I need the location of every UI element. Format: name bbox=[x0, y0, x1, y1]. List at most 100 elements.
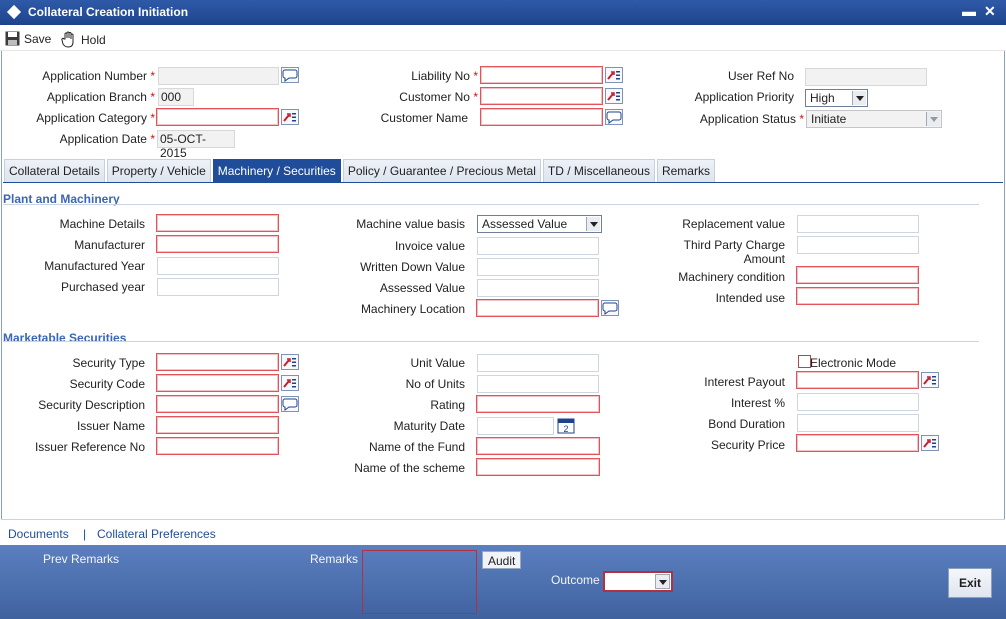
issuer-name-label: Issuer Name bbox=[76, 419, 145, 433]
bottom-bar: Prev Remarks Remarks Audit Outcome Exit bbox=[0, 545, 1006, 619]
maturity-date-field[interactable] bbox=[477, 417, 554, 435]
remarks-label: Remarks bbox=[310, 552, 359, 566]
interest-payout-field[interactable] bbox=[796, 371, 919, 389]
tab-policy-guarantee[interactable]: Policy / Guarantee / Precious Metal bbox=[342, 159, 541, 182]
application-category-field[interactable] bbox=[156, 108, 279, 126]
rating-field[interactable] bbox=[476, 395, 600, 413]
liability-no-label: Liability No * bbox=[411, 69, 478, 83]
application-priority-value: High bbox=[810, 91, 835, 105]
speech-bubble-icon[interactable] bbox=[281, 67, 299, 83]
tab-td-miscellaneous[interactable]: TD / Miscellaneous bbox=[542, 159, 655, 182]
application-branch-label: Application Branch * bbox=[46, 90, 155, 104]
third-party-charge-field[interactable] bbox=[797, 236, 919, 254]
hold-button[interactable]: Hold bbox=[61, 31, 106, 48]
issuer-reference-no-field[interactable] bbox=[156, 437, 279, 455]
written-down-value-field[interactable] bbox=[477, 258, 599, 276]
collateral-preferences-link[interactable]: Collateral Preferences bbox=[97, 527, 216, 541]
outcome-select[interactable] bbox=[603, 571, 673, 592]
user-ref-no-field[interactable] bbox=[805, 68, 927, 86]
liability-no-field[interactable] bbox=[480, 66, 603, 84]
machine-details-label: Machine Details bbox=[59, 217, 145, 231]
calendar-icon[interactable]: 2 bbox=[557, 417, 575, 434]
speech-bubble-icon[interactable] bbox=[281, 396, 299, 412]
bond-duration-field[interactable] bbox=[797, 414, 919, 432]
customer-name-field[interactable] bbox=[480, 108, 603, 126]
interest-pct-field[interactable] bbox=[797, 393, 919, 411]
name-of-scheme-field[interactable] bbox=[476, 458, 600, 476]
section-divider bbox=[3, 341, 979, 342]
documents-link[interactable]: Documents bbox=[8, 527, 69, 541]
machinery-location-field[interactable] bbox=[476, 299, 599, 317]
security-description-label: Security Description bbox=[38, 398, 145, 412]
machinery-condition-field[interactable] bbox=[796, 266, 919, 284]
machine-value-basis-select[interactable]: Assessed Value bbox=[477, 215, 602, 233]
issuer-name-field[interactable] bbox=[156, 416, 279, 434]
tab-bar: Collateral Details Property / Vehicle Ma… bbox=[4, 159, 717, 182]
save-label: Save bbox=[24, 31, 52, 46]
application-number-field[interactable] bbox=[158, 67, 279, 85]
purchased-year-field[interactable] bbox=[157, 278, 279, 296]
invoice-value-field[interactable] bbox=[477, 237, 599, 255]
chevron-down-icon bbox=[655, 574, 670, 589]
close-icon[interactable]: ✕ bbox=[984, 3, 996, 20]
issuer-reference-no-label: Issuer Reference No bbox=[34, 440, 145, 454]
assessed-value-field[interactable] bbox=[477, 279, 599, 297]
security-code-field[interactable] bbox=[156, 374, 279, 392]
customer-no-field[interactable] bbox=[480, 87, 603, 105]
application-status-label: Application Status * bbox=[699, 112, 804, 126]
name-of-scheme-label: Name of the scheme bbox=[354, 461, 465, 475]
machinery-condition-label: Machinery condition bbox=[678, 270, 785, 284]
intended-use-field[interactable] bbox=[796, 287, 919, 305]
replacement-value-field[interactable] bbox=[797, 215, 919, 233]
application-status-select[interactable]: Initiate bbox=[806, 110, 942, 128]
audit-button[interactable]: Audit bbox=[482, 551, 522, 569]
outcome-label: Outcome bbox=[551, 573, 600, 587]
security-price-label: Security Price bbox=[710, 438, 785, 452]
app-diamond-icon bbox=[6, 4, 22, 20]
window-titlebar: Collateral Creation Initiation ▬ ✕ bbox=[0, 0, 1006, 25]
svg-text:2: 2 bbox=[563, 424, 568, 434]
name-of-fund-field[interactable] bbox=[476, 437, 600, 455]
lov-list-icon[interactable] bbox=[281, 354, 299, 370]
toolbar: Save Hold bbox=[0, 25, 1006, 51]
no-of-units-field[interactable] bbox=[477, 375, 599, 393]
minimize-icon[interactable]: ▬ bbox=[962, 3, 976, 19]
interest-payout-label: Interest Payout bbox=[704, 375, 785, 389]
lov-list-icon[interactable] bbox=[605, 88, 623, 104]
manufactured-year-field[interactable] bbox=[157, 257, 279, 275]
lov-list-icon[interactable] bbox=[921, 372, 939, 388]
lov-list-icon[interactable] bbox=[281, 109, 299, 125]
machine-details-field[interactable] bbox=[156, 214, 279, 232]
lov-list-icon[interactable] bbox=[921, 435, 939, 451]
speech-bubble-icon[interactable] bbox=[601, 300, 619, 316]
replacement-value-label: Replacement value bbox=[682, 217, 785, 231]
chevron-down-icon bbox=[586, 217, 600, 231]
exit-button[interactable]: Exit bbox=[948, 568, 992, 598]
remarks-textarea[interactable] bbox=[362, 550, 477, 614]
window-title: Collateral Creation Initiation bbox=[28, 5, 189, 19]
speech-bubble-icon[interactable] bbox=[605, 109, 623, 125]
manufacturer-label: Manufacturer bbox=[74, 238, 145, 252]
security-type-field[interactable] bbox=[156, 353, 279, 371]
bond-duration-label: Bond Duration bbox=[708, 417, 785, 431]
tab-machinery-securities[interactable]: Machinery / Securities bbox=[212, 159, 341, 182]
user-ref-no-label: User Ref No bbox=[727, 69, 794, 83]
application-category-label: Application Category * bbox=[36, 111, 155, 125]
application-number-label: Application Number * bbox=[42, 69, 155, 83]
written-down-value-label: Written Down Value bbox=[360, 260, 465, 274]
save-button[interactable]: Save bbox=[5, 31, 51, 46]
chevron-down-icon bbox=[852, 91, 866, 105]
tab-property-vehicle[interactable]: Property / Vehicle bbox=[106, 159, 211, 182]
tab-remarks[interactable]: Remarks bbox=[656, 159, 715, 182]
security-description-field[interactable] bbox=[156, 395, 279, 413]
unit-value-field[interactable] bbox=[477, 354, 599, 372]
lov-list-icon[interactable] bbox=[281, 375, 299, 391]
third-party-charge-label: Third Party Charge Amount bbox=[683, 238, 785, 266]
lov-list-icon[interactable] bbox=[605, 67, 623, 83]
security-price-field[interactable] bbox=[796, 434, 919, 452]
manufacturer-field[interactable] bbox=[156, 235, 279, 253]
tab-collateral-details[interactable]: Collateral Details bbox=[4, 159, 105, 182]
maturity-date-label: Maturity Date bbox=[393, 419, 465, 433]
application-priority-select[interactable]: High bbox=[805, 89, 868, 107]
marketable-securities-section-title: Marketable Securities bbox=[3, 331, 127, 345]
